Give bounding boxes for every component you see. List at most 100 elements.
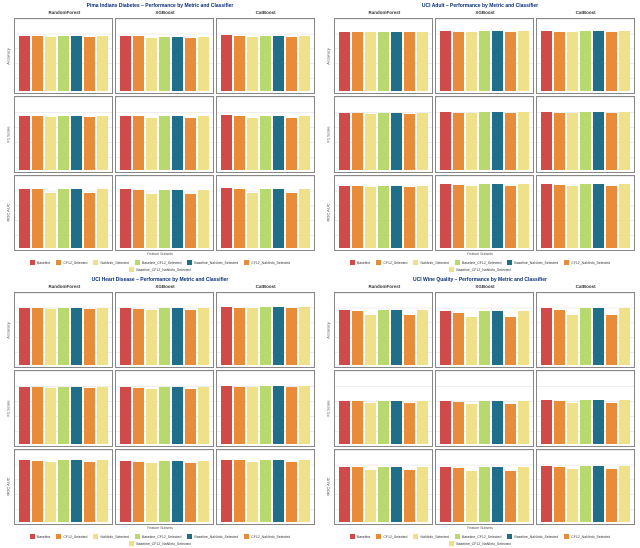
legend-swatch <box>455 534 460 539</box>
bar <box>247 118 258 170</box>
bar <box>133 462 144 522</box>
metric-classifier-grid: AccuracyF1 ScoreROC AUC <box>324 17 636 252</box>
bar <box>234 189 245 248</box>
bar-group <box>541 22 630 91</box>
legend-label: NaNInfo_Selected <box>100 535 128 539</box>
bar <box>352 311 363 365</box>
bar <box>453 402 464 444</box>
bar <box>453 185 464 248</box>
bar <box>554 113 565 170</box>
bar <box>71 387 82 444</box>
legend-swatch <box>135 260 140 265</box>
bar <box>580 400 591 444</box>
bar <box>593 400 604 444</box>
legend-label: CF12_NaNInfo_Selected <box>571 535 610 539</box>
bar <box>58 189 69 248</box>
legend-item: Baseline_CF12_Selected <box>455 534 502 539</box>
bar <box>619 400 630 444</box>
bar <box>505 404 516 444</box>
bar-plot <box>217 450 314 524</box>
bar-group <box>440 22 529 91</box>
bar <box>58 36 69 91</box>
bar <box>417 467 428 522</box>
legend-label: NaNInfo_Selected <box>420 535 448 539</box>
bar <box>417 186 428 248</box>
metric-row: Accuracy <box>4 17 316 95</box>
bar-plot <box>537 450 634 524</box>
legend-item: Baseline_CF12_NaNInfo_Selected <box>129 541 190 546</box>
bar-plot <box>436 97 533 171</box>
classifier-header-row: RandomForestXGBoostCatBoost <box>324 10 636 17</box>
bar <box>453 32 464 92</box>
subplot <box>334 18 433 94</box>
bar <box>32 189 43 248</box>
bar-group <box>221 296 310 365</box>
legend-label: Baseline <box>37 261 50 265</box>
bar <box>479 184 490 248</box>
classifier-header: RandomForest <box>14 10 115 17</box>
bar <box>404 403 415 443</box>
bar <box>492 401 503 443</box>
bar-plot <box>217 97 314 171</box>
bar-plot <box>335 176 432 250</box>
metric-row: ROC AUC <box>4 174 316 252</box>
bar-plot <box>436 176 533 250</box>
classifier-header: CatBoost <box>535 10 636 17</box>
bar <box>71 116 82 170</box>
bar <box>404 315 415 365</box>
bar <box>159 37 170 92</box>
legend-item: CF12_NaNInfo_Selected <box>244 260 290 265</box>
bar <box>120 189 131 248</box>
bar <box>234 308 245 366</box>
bar <box>505 471 516 522</box>
bar <box>466 113 477 169</box>
bar <box>120 308 131 365</box>
bar-plot <box>116 97 213 171</box>
metric-row: Accuracy <box>4 291 316 369</box>
bar <box>260 36 271 91</box>
bar <box>567 315 578 365</box>
bar <box>133 388 144 443</box>
bar <box>391 310 402 365</box>
subplot <box>115 370 214 446</box>
bar <box>273 189 284 248</box>
bar <box>234 460 245 522</box>
bar <box>391 401 402 444</box>
bar <box>198 190 209 248</box>
bar <box>505 186 516 248</box>
subplot <box>14 18 113 94</box>
legend-swatch <box>350 260 355 265</box>
bar <box>133 190 144 248</box>
legend-item: Baseline <box>350 534 370 539</box>
bar-group <box>19 374 108 443</box>
legend-swatch <box>455 260 460 265</box>
classifier-header: CatBoost <box>215 284 316 291</box>
bar-group <box>541 453 630 522</box>
metric-label: ROC AUC <box>4 448 13 526</box>
bar <box>567 469 578 522</box>
bar <box>32 461 43 522</box>
bar-group <box>541 374 630 443</box>
bar <box>466 317 477 366</box>
bar <box>417 310 428 365</box>
subplot <box>435 449 534 525</box>
subplot <box>334 175 433 251</box>
bar <box>479 112 490 170</box>
bar <box>159 190 170 248</box>
bar <box>234 116 245 170</box>
legend-label: CF12_NaNInfo_Selected <box>571 261 610 265</box>
bar <box>567 403 578 443</box>
bar <box>619 308 630 365</box>
legend-item: Baseline_NaNInfo_Selected <box>187 260 238 265</box>
bar <box>19 189 30 248</box>
legend: BaselineCF12_SelectedNaNInfo_SelectedBas… <box>324 532 636 548</box>
bar <box>378 310 389 365</box>
bar <box>417 32 428 92</box>
legend-item: CF12_NaNInfo_Selected <box>564 260 610 265</box>
bar-group <box>339 22 428 91</box>
bar-group <box>221 100 310 169</box>
bar-group <box>541 296 630 365</box>
classifier-header: RandomForest <box>14 284 115 291</box>
bar <box>19 387 30 444</box>
bar <box>247 193 258 248</box>
